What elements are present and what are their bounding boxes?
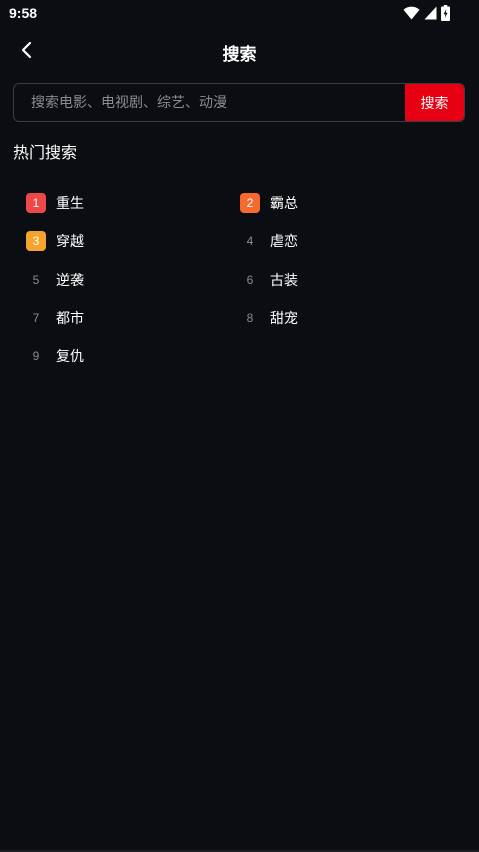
hot-item-2[interactable]: 2 霸总 (240, 191, 298, 215)
hot-item-5[interactable]: 5 逆袭 (26, 268, 84, 292)
hot-item-1[interactable]: 1 重生 (26, 191, 84, 215)
rank-number: 8 (246, 311, 254, 325)
hot-item-label: 逆袭 (56, 273, 84, 289)
hot-item-7[interactable]: 7 都市 (26, 306, 84, 330)
search-input[interactable] (14, 84, 407, 121)
status-time: 9:58 (9, 5, 38, 21)
hot-item-label: 都市 (56, 311, 84, 327)
rank-number: 4 (246, 234, 254, 248)
hot-item-6[interactable]: 6 古装 (240, 268, 298, 292)
wifi-icon (403, 6, 420, 20)
hot-item-label: 虐恋 (270, 234, 298, 250)
rank-number: 9 (32, 349, 40, 363)
hot-item-label: 复仇 (56, 349, 84, 365)
search-box: 搜索 (13, 83, 465, 122)
hot-item-9[interactable]: 9 复仇 (26, 344, 84, 368)
battery-icon (441, 5, 450, 21)
rank-number: 7 (32, 311, 40, 325)
hot-item-label: 古装 (270, 273, 298, 289)
hot-search-title: 热门搜索 (13, 143, 78, 162)
signal-icon (424, 6, 437, 20)
status-bar: 9:58 (0, 0, 479, 28)
rank-badge: 3 (26, 231, 46, 251)
hot-item-3[interactable]: 3 穿越 (26, 229, 84, 253)
rank-badge: 2 (240, 193, 260, 213)
hot-item-label: 穿越 (56, 234, 84, 250)
hot-item-label: 甜宠 (270, 311, 298, 327)
hot-item-4[interactable]: 4 虐恋 (240, 229, 298, 253)
search-button[interactable]: 搜索 (405, 84, 464, 121)
status-icons (403, 5, 450, 21)
hot-item-label: 重生 (56, 196, 84, 212)
page-title: 搜索 (222, 45, 257, 65)
hot-item-label: 霸总 (270, 196, 298, 212)
rank-number: 5 (32, 273, 40, 287)
rank-number: 6 (246, 273, 254, 287)
rank-badge: 1 (26, 193, 46, 213)
nav-bar: 搜索 (0, 32, 479, 72)
hot-item-8[interactable]: 8 甜宠 (240, 306, 298, 330)
